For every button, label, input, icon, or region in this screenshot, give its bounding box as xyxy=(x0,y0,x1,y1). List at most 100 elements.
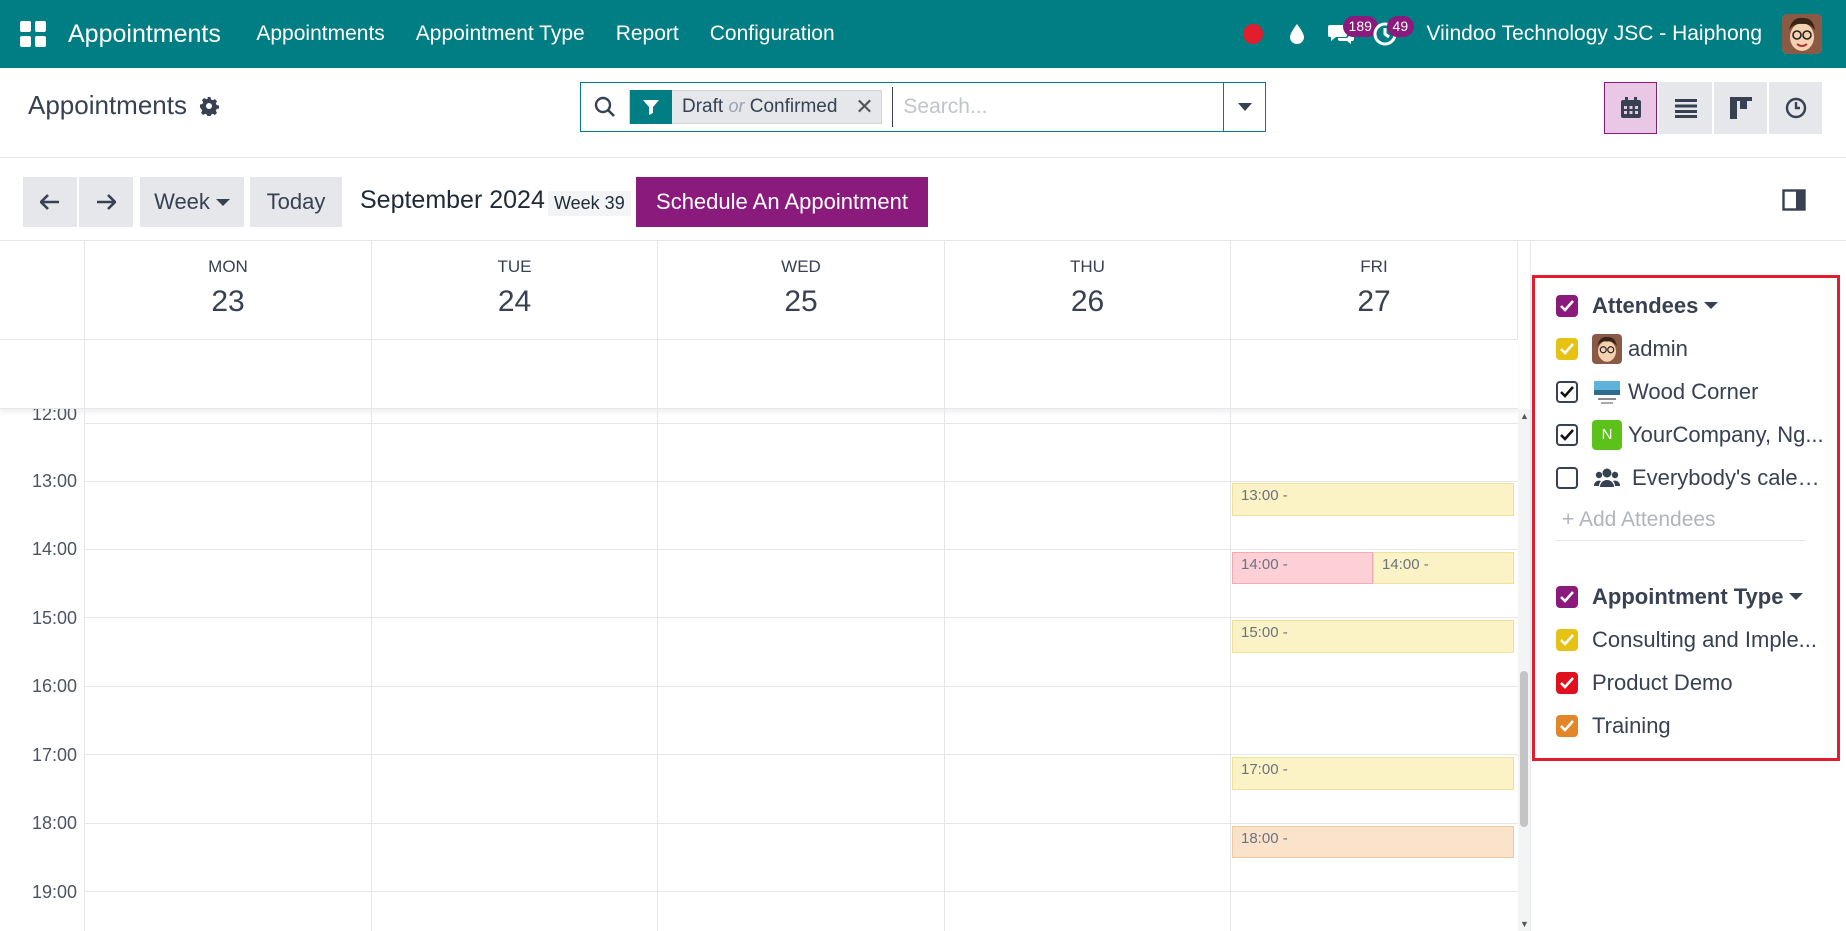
attendee-filter-wood-corner[interactable]: Wood Corner xyxy=(1556,370,1826,413)
scroll-thumb[interactable] xyxy=(1520,671,1528,827)
menu-appointments[interactable]: Appointments xyxy=(241,22,400,46)
hour-line xyxy=(84,823,1518,824)
main-menu: Appointments Appointment Type Report Con… xyxy=(241,22,850,46)
calendar-event[interactable]: 14:00 - xyxy=(1373,552,1514,584)
checkbox-unchecked-icon[interactable] xyxy=(1556,466,1578,489)
type-filter-product-demo[interactable]: Product Demo xyxy=(1556,661,1826,704)
search-input[interactable] xyxy=(892,87,1223,127)
calendar-view-button[interactable] xyxy=(1604,82,1657,134)
attendee-filter-admin[interactable]: admin xyxy=(1556,327,1826,370)
attendee-filter-everybody[interactable]: Everybody's calen... xyxy=(1556,456,1826,499)
page-title: Appointments xyxy=(28,90,219,121)
type-filter-consulting[interactable]: Consulting and Imple... xyxy=(1556,618,1826,661)
search-bar: Draft or Confirmed ✕ xyxy=(580,82,1266,132)
calendar-event[interactable]: 15:00 - xyxy=(1232,620,1514,653)
top-navbar: Appointments Appointments Appointment Ty… xyxy=(0,0,1846,68)
messages-icon[interactable]: 189 xyxy=(1319,12,1378,56)
hour-line xyxy=(84,549,1518,550)
hour-label: 15:00 xyxy=(32,608,78,628)
list-view-button[interactable] xyxy=(1659,82,1712,134)
type-filter-training[interactable]: Training xyxy=(1556,704,1826,747)
checkbox-checked-icon[interactable] xyxy=(1556,294,1578,317)
water-drop-icon[interactable] xyxy=(1275,12,1319,56)
hour-line xyxy=(84,754,1518,755)
scroll-down-icon[interactable]: ▼ xyxy=(1520,919,1529,929)
checkbox-checked-icon[interactable] xyxy=(1556,380,1578,403)
day-name: MON xyxy=(208,257,248,276)
previous-button[interactable] xyxy=(23,177,77,227)
checkbox-checked-icon[interactable] xyxy=(1556,423,1578,446)
attendee-label: YourCompany, Ng... xyxy=(1628,421,1824,447)
view-switcher xyxy=(1604,82,1822,134)
page-title-text: Appointments xyxy=(28,90,187,120)
kanban-view-button[interactable] xyxy=(1714,82,1767,134)
facet-or: or xyxy=(728,96,745,116)
all-day-cell[interactable] xyxy=(1230,340,1518,408)
schedule-appointment-button[interactable]: Schedule An Appointment xyxy=(636,177,928,227)
calendar-icon xyxy=(1620,97,1641,118)
add-attendees-input[interactable]: + Add Attendees xyxy=(1556,499,1806,541)
filter-icon xyxy=(630,90,672,124)
time-grid[interactable]: 12:00 13:00 14:00 15:00 16:00 17:00 18:0… xyxy=(0,409,1530,931)
menu-appointment-type[interactable]: Appointment Type xyxy=(400,22,600,46)
calendar-event[interactable]: 13:00 - xyxy=(1232,483,1514,516)
admin-avatar xyxy=(1592,333,1622,364)
control-panel: Appointments Draft or Confirmed ✕ xyxy=(0,68,1846,158)
day-number: 23 xyxy=(211,285,245,318)
type-label: Product Demo xyxy=(1592,669,1733,695)
checkbox-checked-icon[interactable] xyxy=(1556,585,1578,608)
hour-label: 14:00 xyxy=(32,539,78,559)
facet-remove-icon[interactable]: ✕ xyxy=(847,90,881,124)
hour-line xyxy=(84,891,1518,892)
app-grid-icon[interactable] xyxy=(20,21,46,47)
appointment-type-filter-header[interactable]: Appointment Type xyxy=(1556,575,1826,618)
clock-icon xyxy=(1785,97,1806,119)
company-switcher[interactable]: Viindoo Technology JSC - Haiphong xyxy=(1427,22,1762,46)
all-day-cell[interactable] xyxy=(84,340,371,408)
day-number: 24 xyxy=(497,285,532,318)
checkbox-checked-icon[interactable] xyxy=(1556,337,1578,360)
day-header-tue[interactable]: TUE 24 xyxy=(371,241,657,339)
day-header-thu[interactable]: THU 26 xyxy=(944,241,1230,339)
wood-corner-logo xyxy=(1592,376,1622,407)
calendar-event[interactable]: 18:00 - xyxy=(1232,826,1514,858)
next-button[interactable] xyxy=(79,177,133,227)
calendar-event[interactable]: 14:00 - xyxy=(1232,552,1373,584)
all-day-cell[interactable] xyxy=(944,340,1230,408)
sidebar-toggle-icon[interactable] xyxy=(1782,188,1806,212)
menu-configuration[interactable]: Configuration xyxy=(694,22,850,46)
scale-dropdown[interactable]: Week xyxy=(140,177,244,227)
all-day-cell[interactable] xyxy=(371,340,657,408)
user-avatar[interactable] xyxy=(1782,14,1822,54)
app-brand[interactable]: Appointments xyxy=(68,20,221,49)
recording-icon[interactable] xyxy=(1231,12,1275,56)
facet-value-draft: Draft xyxy=(682,96,724,117)
day-header-wed[interactable]: WED 25 xyxy=(657,241,944,339)
checkbox-checked-icon[interactable] xyxy=(1556,714,1578,737)
checkbox-checked-icon[interactable] xyxy=(1556,671,1578,694)
menu-report[interactable]: Report xyxy=(600,22,694,46)
calendar-event[interactable]: 17:00 - xyxy=(1232,757,1514,790)
activities-clock-icon[interactable]: 49 xyxy=(1363,12,1415,56)
hour-line xyxy=(84,686,1518,687)
search-icon[interactable] xyxy=(581,83,629,131)
attendee-filter-yourcompany[interactable]: N YourCompany, Ng... xyxy=(1556,413,1826,456)
checkbox-checked-icon[interactable] xyxy=(1556,628,1578,651)
day-header-fri[interactable]: FRI 27 xyxy=(1230,241,1518,339)
today-button[interactable]: Today xyxy=(250,177,342,227)
activity-view-button[interactable] xyxy=(1769,82,1822,134)
day-column-divider xyxy=(944,409,945,931)
vertical-scrollbar[interactable]: ▲ ▼ xyxy=(1518,409,1530,931)
attendees-filter-title: Attendees xyxy=(1592,292,1699,318)
scroll-up-icon[interactable]: ▲ xyxy=(1520,411,1529,421)
day-number: 25 xyxy=(784,285,818,318)
caret-down-icon xyxy=(1704,302,1719,309)
day-header-mon[interactable]: MON 23 xyxy=(84,241,371,339)
day-name: TUE xyxy=(497,257,532,276)
gear-icon[interactable] xyxy=(199,96,219,116)
appointment-type-filter-title: Appointment Type xyxy=(1592,583,1784,609)
search-facet-status: Draft or Confirmed ✕ xyxy=(629,90,883,124)
search-options-toggle[interactable] xyxy=(1223,83,1265,131)
attendees-filter-header[interactable]: Attendees xyxy=(1556,284,1826,327)
all-day-cell[interactable] xyxy=(657,340,944,408)
